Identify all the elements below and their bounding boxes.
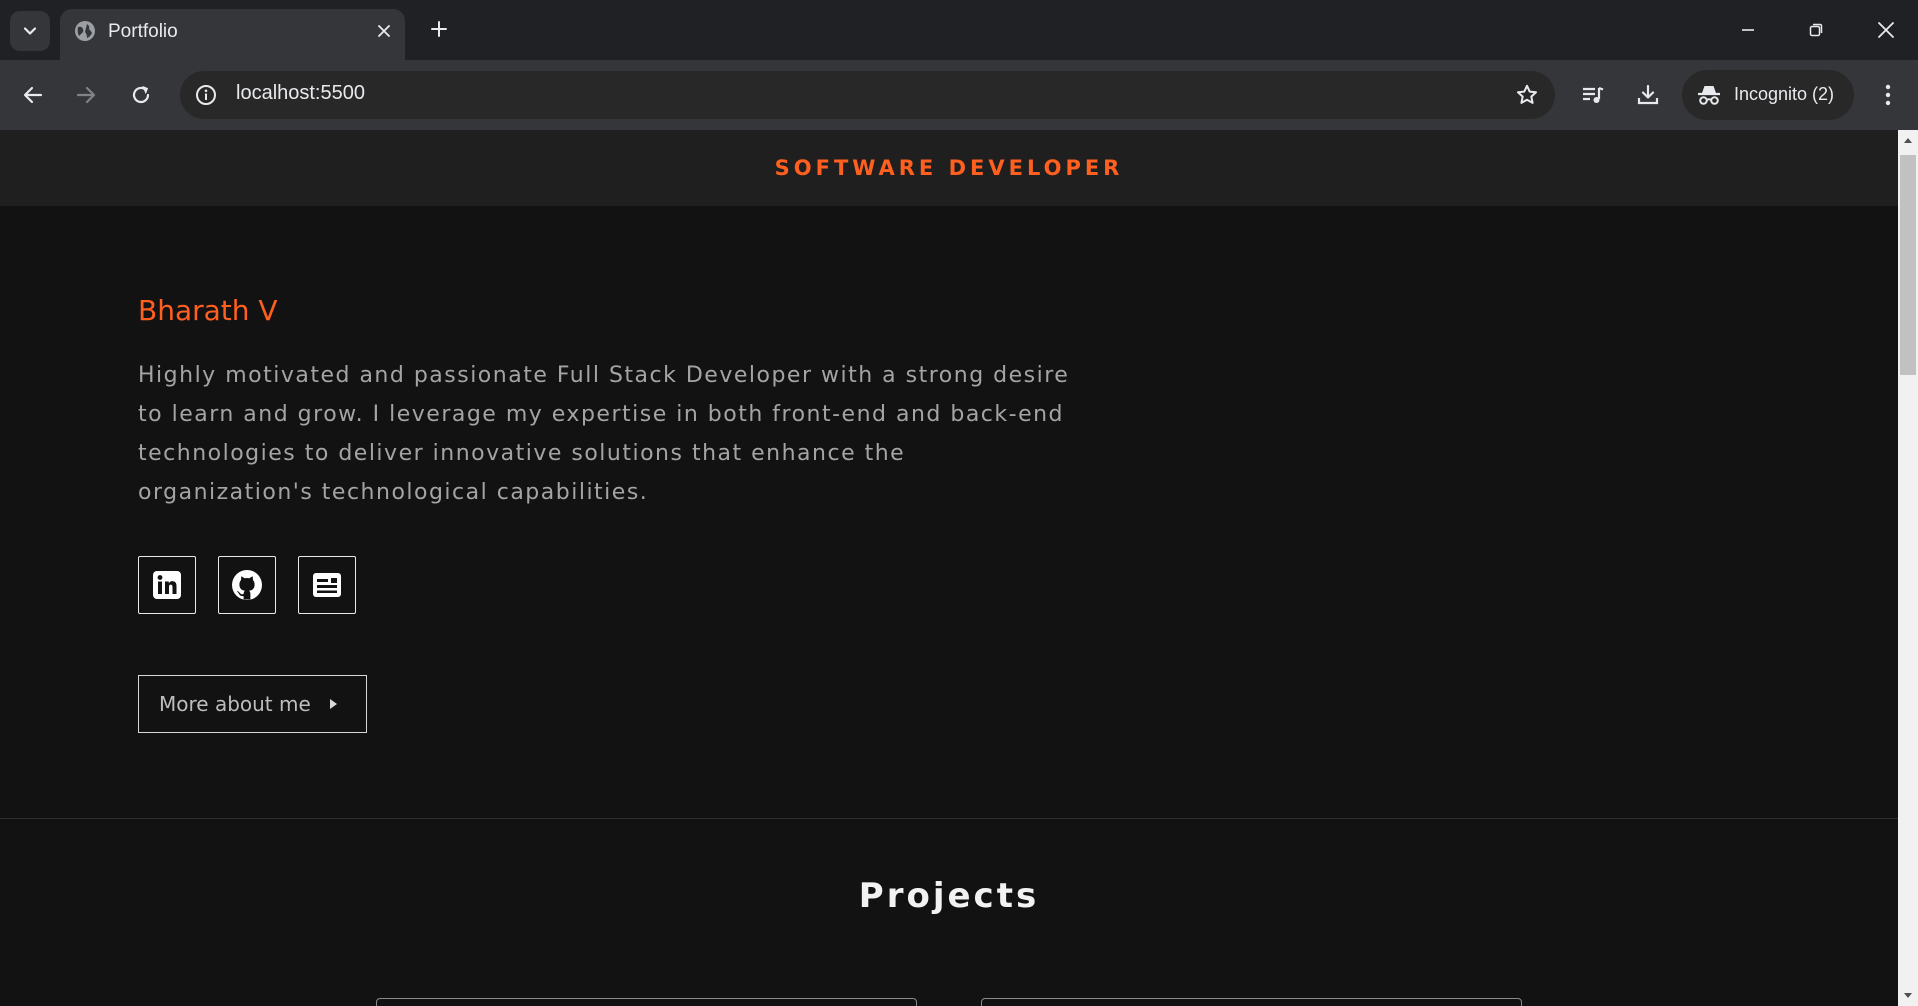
tab-search-button[interactable] bbox=[10, 11, 50, 51]
scroll-up-button[interactable] bbox=[1898, 130, 1918, 150]
incognito-icon bbox=[1698, 86, 1720, 105]
downloads-button[interactable] bbox=[1628, 75, 1668, 115]
section-divider bbox=[0, 818, 1898, 819]
triangle-down-icon bbox=[1904, 993, 1912, 998]
triangle-up-icon bbox=[1904, 138, 1912, 143]
minimize-button[interactable] bbox=[1728, 10, 1768, 50]
close-icon bbox=[378, 25, 390, 37]
forward-button[interactable] bbox=[66, 75, 106, 115]
more-about-me-button[interactable]: More about me bbox=[138, 675, 367, 733]
more-about-me-label: More about me bbox=[159, 692, 311, 716]
close-window-button[interactable] bbox=[1866, 10, 1906, 50]
page-viewport: SOFTWARE DEVELOPER Bharath V Highly moti… bbox=[0, 130, 1898, 1006]
arrow-right-icon bbox=[76, 86, 96, 104]
browser-menu-button[interactable] bbox=[1868, 75, 1908, 115]
hero-bio-line: Highly motivated and passionate Full Sta… bbox=[138, 363, 1070, 388]
star-icon bbox=[1517, 84, 1537, 104]
browser-toolbar: localhost:5500 Incognito (2) bbox=[0, 60, 1918, 130]
resume-link[interactable] bbox=[298, 556, 356, 614]
url-text[interactable]: localhost:5500 bbox=[236, 82, 365, 105]
globe-icon bbox=[75, 21, 95, 41]
project-card[interactable] bbox=[376, 998, 917, 1006]
minimize-icon bbox=[1742, 29, 1754, 31]
reload-button[interactable] bbox=[121, 75, 161, 115]
close-icon bbox=[1878, 22, 1894, 38]
browser-tab-strip: Portfolio bbox=[0, 0, 1918, 60]
info-icon[interactable] bbox=[194, 83, 218, 107]
hero-bio-line: organization's technological capabilitie… bbox=[138, 480, 649, 505]
scrollbar-thumb[interactable] bbox=[1900, 155, 1916, 375]
download-icon bbox=[1637, 84, 1659, 105]
site-header: SOFTWARE DEVELOPER bbox=[0, 130, 1898, 206]
browser-tab[interactable]: Portfolio bbox=[60, 9, 405, 60]
bookmark-button[interactable] bbox=[1513, 81, 1541, 109]
new-tab-button[interactable] bbox=[424, 14, 454, 44]
restore-icon bbox=[1809, 23, 1823, 37]
project-card[interactable] bbox=[981, 998, 1522, 1006]
playlist-icon bbox=[1583, 86, 1604, 103]
restore-button[interactable] bbox=[1796, 10, 1836, 50]
site-role-title: SOFTWARE DEVELOPER bbox=[774, 156, 1124, 180]
reload-icon bbox=[132, 86, 150, 104]
hero-bio-line: technologies to deliver innovative solut… bbox=[138, 441, 906, 466]
hero-bio-line: to learn and grow. I leverage my experti… bbox=[138, 402, 1065, 427]
projects-heading: Projects bbox=[858, 876, 1040, 916]
github-link[interactable] bbox=[218, 556, 276, 614]
incognito-label: Incognito (2) bbox=[1734, 84, 1835, 104]
linkedin-link[interactable] bbox=[138, 556, 196, 614]
address-bar[interactable]: localhost:5500 bbox=[180, 71, 1555, 119]
github-icon bbox=[232, 570, 262, 600]
hero-bio: Highly motivated and passionate Full Sta… bbox=[138, 356, 1078, 512]
caret-right-icon bbox=[330, 699, 337, 709]
arrow-left-icon bbox=[23, 86, 43, 104]
tab-title: Portfolio bbox=[108, 21, 178, 42]
chevron-down-icon bbox=[23, 27, 37, 35]
page-scrollbar[interactable] bbox=[1898, 130, 1918, 1006]
plus-icon bbox=[431, 21, 447, 37]
tab-close-button[interactable] bbox=[371, 18, 397, 44]
more-vertical-icon bbox=[1885, 84, 1891, 106]
back-button[interactable] bbox=[13, 75, 53, 115]
media-controls-button[interactable] bbox=[1573, 75, 1613, 115]
scroll-down-button[interactable] bbox=[1898, 986, 1918, 1006]
resume-icon bbox=[313, 573, 341, 597]
hero-name: Bharath V bbox=[138, 294, 278, 327]
incognito-profile-button[interactable]: Incognito (2) bbox=[1682, 70, 1854, 120]
linkedin-icon bbox=[153, 571, 181, 599]
